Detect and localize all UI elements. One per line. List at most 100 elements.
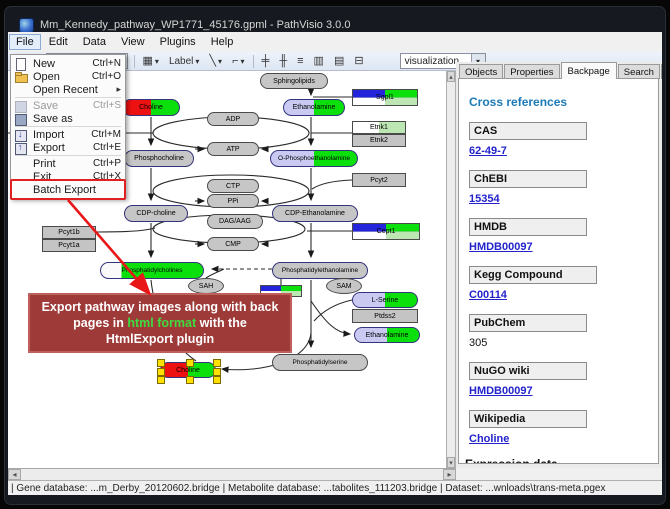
node-phosphocholine[interactable]: Phosphocholine bbox=[124, 150, 194, 167]
tab-properties[interactable]: Properties bbox=[504, 64, 559, 79]
annotation-line1: Export pathway images along with back bbox=[32, 299, 288, 315]
tab-backpage[interactable]: Backpage bbox=[561, 62, 617, 79]
common-width-button[interactable]: ▤ bbox=[332, 55, 346, 68]
menu-separator bbox=[15, 126, 121, 127]
node-phosphatidylcholines[interactable]: Phosphatidylcholines bbox=[100, 262, 204, 279]
file-menu-item-print[interactable]: PrintCtrl+P bbox=[11, 157, 125, 170]
datanode-icon: ▦ bbox=[143, 56, 153, 67]
side-panel-tabs: Objects Properties Backpage Search Legen… bbox=[459, 62, 662, 79]
menu-edit[interactable]: Edit bbox=[42, 34, 75, 50]
selection-handle[interactable] bbox=[157, 376, 165, 384]
menu-help[interactable]: Help bbox=[204, 34, 241, 50]
canvas-horizontal-scrollbar[interactable]: ◂ ▸ bbox=[8, 468, 456, 480]
selection-handle[interactable] bbox=[213, 376, 221, 384]
section-header-cas: CAS bbox=[469, 122, 587, 140]
node-choline-selected[interactable]: Choline bbox=[160, 362, 216, 378]
scroll-down-arrow[interactable]: ▾ bbox=[447, 457, 455, 468]
node-ethanolamine-bottom[interactable]: Ethanolamine bbox=[354, 327, 420, 343]
node-atp[interactable]: ATP bbox=[207, 142, 259, 156]
backpage-content: Cross references CAS 62-49-7 ChEBI 15354… bbox=[458, 78, 659, 464]
node-adp[interactable]: ADP bbox=[207, 112, 259, 126]
app-icon bbox=[19, 18, 34, 33]
menu-plugins[interactable]: Plugins bbox=[153, 34, 203, 50]
crossref-link-chebi[interactable]: 15354 bbox=[469, 193, 658, 205]
selection-handle[interactable] bbox=[186, 359, 194, 367]
align-middle-button[interactable]: ╫ bbox=[277, 55, 289, 68]
file-menu-item-new[interactable]: NewCtrl+N bbox=[11, 57, 125, 70]
section-header-pubchem: PubChem bbox=[469, 314, 587, 332]
file-menu-item-save-as[interactable]: Save as bbox=[11, 112, 125, 125]
scroll-up-arrow[interactable]: ▴ bbox=[447, 71, 455, 82]
menu-separator bbox=[15, 97, 121, 98]
file-menu-item-open[interactable]: OpenCtrl+O bbox=[11, 70, 125, 83]
datanode-template-button[interactable]: ▦▾ bbox=[141, 55, 161, 68]
tab-search[interactable]: Search bbox=[618, 64, 660, 79]
expression-data-heading: Expression data bbox=[465, 457, 658, 464]
connector-tool-button[interactable]: ⌐▾ bbox=[230, 55, 246, 68]
align-center-button[interactable]: ╪ bbox=[260, 55, 272, 68]
section-header-nugo: NuGO wiki bbox=[469, 362, 587, 380]
section-header-chebi: ChEBI bbox=[469, 170, 587, 188]
stack-vertical-button[interactable]: ≡ bbox=[295, 55, 305, 68]
scroll-right-arrow[interactable]: ▸ bbox=[443, 469, 456, 480]
new-document-icon bbox=[14, 58, 28, 70]
file-menu-item-import[interactable]: ImportCtrl+M bbox=[11, 128, 125, 141]
menu-file[interactable]: File bbox=[9, 34, 41, 50]
node-o-phosphoethanolamine[interactable]: O-Phosphoethanolamine bbox=[270, 150, 358, 167]
node-dag-aag[interactable]: DAG/AAG bbox=[207, 214, 263, 229]
scroll-left-arrow[interactable]: ◂ bbox=[8, 469, 21, 480]
selection-handle[interactable] bbox=[157, 368, 165, 376]
crossref-link-wikipedia[interactable]: Choline bbox=[469, 433, 658, 445]
node-cept1[interactable]: Cept1 bbox=[352, 223, 420, 240]
tab-objects[interactable]: Objects bbox=[459, 64, 503, 79]
label-tool-button[interactable]: Label▾ bbox=[167, 55, 201, 68]
node-etnk2[interactable]: Etnk2 bbox=[352, 134, 406, 147]
crossref-link-hmdb[interactable]: HMDB00097 bbox=[469, 241, 658, 253]
menu-view[interactable]: View bbox=[114, 34, 152, 50]
selection-handle[interactable] bbox=[157, 359, 165, 367]
menu-data[interactable]: Data bbox=[76, 34, 113, 50]
crossref-link-kegg[interactable]: C00114 bbox=[469, 289, 658, 301]
node-pcyt2[interactable]: Pcyt2 bbox=[352, 173, 406, 187]
node-ptdss2[interactable]: Ptdss2 bbox=[352, 309, 418, 323]
node-ctp[interactable]: CTP bbox=[207, 179, 259, 193]
node-sah[interactable]: SAH bbox=[188, 278, 224, 294]
node-choline[interactable]: Choline bbox=[122, 99, 180, 116]
visualization-value: visualization bbox=[405, 56, 459, 67]
selection-handle[interactable] bbox=[213, 368, 221, 376]
screenshot-root: { "window": { "title": "Mm_Kennedy_pathw… bbox=[0, 0, 670, 509]
node-phosphatidylethanolamine[interactable]: Phosphatidylethanolamine bbox=[272, 262, 368, 279]
crossref-link-nugo[interactable]: HMDB00097 bbox=[469, 385, 658, 397]
save-as-icon bbox=[14, 113, 28, 125]
node-ethanolamine[interactable]: Ethanolamine bbox=[283, 99, 345, 116]
node-cmp[interactable]: CMP bbox=[207, 237, 259, 251]
file-menu-item-open-recent[interactable]: Open Recent bbox=[11, 83, 125, 96]
batch-export-highlight-rectangle bbox=[10, 179, 126, 200]
section-header-hmdb: HMDB bbox=[469, 218, 587, 236]
node-cdp-choline[interactable]: CDP-choline bbox=[124, 205, 188, 222]
node-phosphatidylserine[interactable]: Phosphatidylserine bbox=[272, 354, 368, 371]
line-tool-button[interactable]: ╲▾ bbox=[207, 55, 224, 68]
tab-legend[interactable]: Legend bbox=[661, 64, 662, 79]
node-l-serine[interactable]: L-Serine bbox=[352, 292, 418, 308]
file-menu-item-save[interactable]: SaveCtrl+S bbox=[11, 99, 125, 112]
align-middle-icon: ╫ bbox=[279, 56, 287, 67]
node-pcyt1b[interactable]: Pcyt1b bbox=[42, 226, 96, 239]
node-label: Choline bbox=[176, 367, 200, 374]
node-ppi[interactable]: PPi bbox=[207, 194, 259, 208]
crossrefs-heading: Cross references bbox=[469, 95, 658, 109]
crossref-link-cas[interactable]: 62-49-7 bbox=[469, 145, 658, 157]
selection-handle[interactable] bbox=[186, 376, 194, 384]
menu-icon-spacer bbox=[14, 158, 28, 170]
selection-handle[interactable] bbox=[213, 359, 221, 367]
stack-horizontal-button[interactable]: ▥ bbox=[312, 55, 326, 68]
file-menu-item-export[interactable]: ExportCtrl+E bbox=[11, 141, 125, 154]
node-cdp-ethanolamine[interactable]: CDP-Ethanolamine bbox=[272, 205, 358, 222]
node-pcyt1a[interactable]: Pcyt1a bbox=[42, 239, 96, 252]
node-sgpl1[interactable]: Sgpl1 bbox=[352, 89, 418, 106]
annotation-line3: HtmlExport plugin bbox=[32, 331, 288, 347]
canvas-vertical-scrollbar[interactable]: ▴ ▾ bbox=[446, 71, 456, 468]
node-etnk1[interactable]: Etnk1 bbox=[352, 121, 406, 134]
common-height-button[interactable]: ⊟ bbox=[352, 55, 365, 68]
node-sphingolipids[interactable]: Sphingolipids bbox=[260, 73, 328, 89]
